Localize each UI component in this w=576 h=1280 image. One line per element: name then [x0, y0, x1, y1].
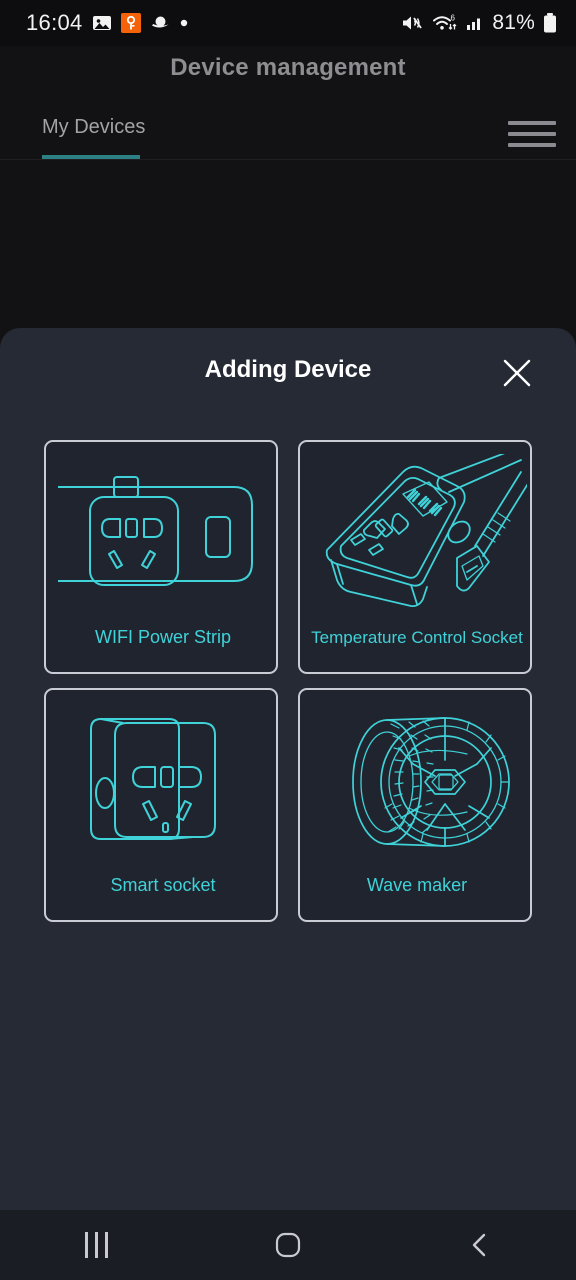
android-nav-bar	[0, 1210, 576, 1280]
status-bar: 16:04 6 81%	[0, 0, 576, 46]
wifi6-icon: 6	[432, 13, 458, 33]
saturn-icon	[150, 13, 170, 33]
close-icon[interactable]	[500, 356, 534, 390]
status-bar-right: 6 81%	[401, 11, 558, 35]
adding-device-sheet: Adding Device WIFI Power Strip Temperatu…	[0, 328, 576, 1210]
mute-icon	[401, 13, 425, 33]
svg-text:6: 6	[451, 14, 456, 23]
device-card-temperature-control-socket[interactable]: Temperature Control Socket	[298, 440, 532, 674]
dot-icon	[179, 18, 189, 28]
tab-active-indicator	[42, 155, 140, 159]
battery-icon	[542, 12, 558, 34]
device-label: WIFI Power Strip	[94, 627, 232, 647]
wave-maker-illustration	[300, 696, 530, 868]
tab-bar: My Devices	[0, 104, 576, 160]
device-card-smart-socket[interactable]: Smart socket	[44, 688, 278, 922]
status-bar-left: 16:04	[26, 10, 189, 36]
home-icon[interactable]	[240, 1210, 336, 1280]
temperature-control-socket-illustration	[300, 448, 530, 620]
device-label: Temperature Control Socket	[311, 628, 523, 647]
device-label: Wave maker	[366, 875, 468, 895]
device-card-wave-maker[interactable]: Wave maker	[298, 688, 532, 922]
phone-screen: 16:04 6 81% Device management My Devices…	[0, 0, 576, 1280]
smart-socket-illustration	[46, 696, 276, 868]
page-title: Device management	[170, 54, 406, 81]
back-icon[interactable]	[432, 1210, 528, 1280]
recents-icon[interactable]	[48, 1210, 144, 1280]
hamburger-menu-icon[interactable]	[508, 116, 556, 152]
device-card-wifi-power-strip[interactable]: WIFI Power Strip	[44, 440, 278, 674]
sheet-title: Adding Device	[204, 356, 372, 383]
tab-my-devices[interactable]: My Devices	[42, 116, 145, 139]
key-badge-icon	[120, 13, 141, 33]
sheet-header: Adding Device	[0, 328, 576, 418]
signal-icon	[465, 13, 485, 33]
image-icon	[92, 13, 112, 33]
device-label: Smart socket	[110, 875, 216, 895]
device-type-grid: WIFI Power Strip Temperature Control Soc…	[44, 440, 532, 922]
wifi-power-strip-illustration	[46, 448, 276, 620]
battery-percentage: 81%	[492, 11, 535, 34]
status-clock: 16:04	[26, 10, 83, 35]
